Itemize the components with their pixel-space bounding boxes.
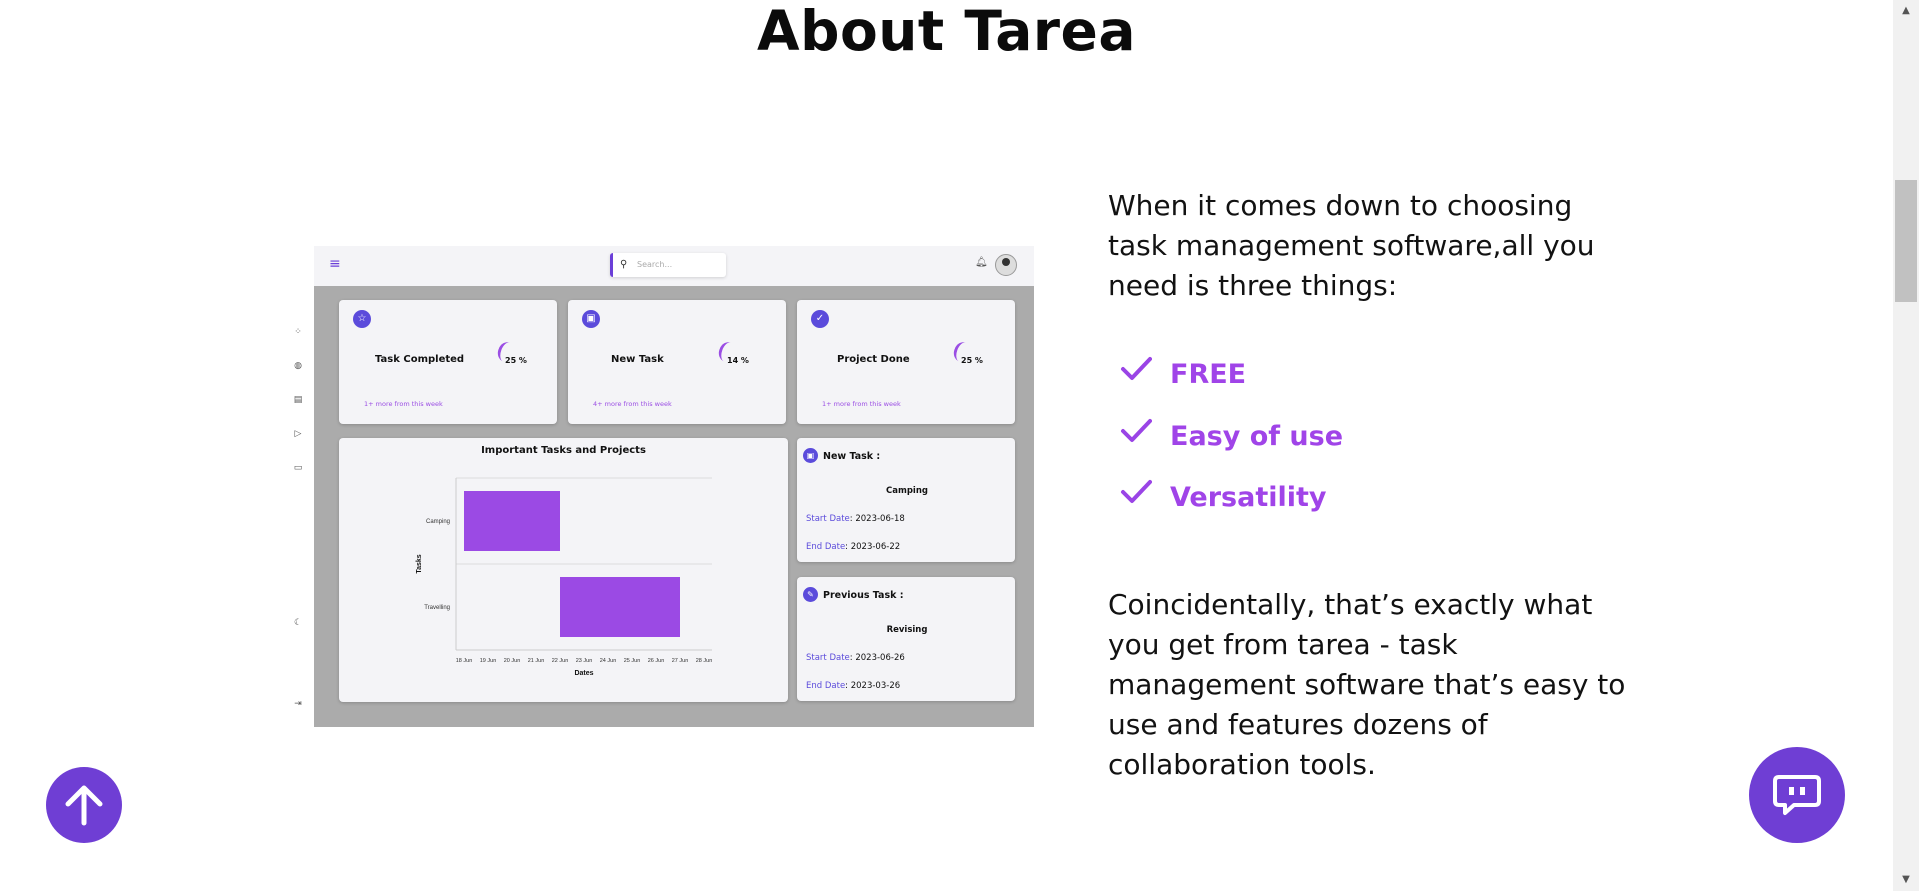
start-value: : 2023-06-26: [849, 653, 905, 663]
chat-bubble-icon: [1773, 775, 1821, 815]
chart-tick-label: 27 Jun: [672, 658, 689, 664]
intro-text: When it comes down to choosing task mana…: [1108, 189, 1595, 302]
send-icon: ▷: [294, 429, 302, 439]
feature-label: Easy of use: [1170, 421, 1344, 452]
grid-icon: ⁘: [294, 327, 302, 337]
previous-task-card: ✎ Previous Task : Revising Start Date: 2…: [797, 577, 1015, 701]
preview-topbar: ≡ ⚲ Search... 🔔︎: [314, 246, 1034, 286]
page-title: About Tarea: [757, 0, 1136, 63]
about-section: About Tarea ⁘ ◍ ▤ ▷ ▭ ☾ ⇥ ≡ ⚲ Search... …: [0, 0, 1893, 891]
start-label: Start Date: [806, 514, 850, 524]
stat-card-new-task: ▣ New Task 14 % 4+ more from this week: [568, 300, 786, 424]
chat-button[interactable]: [1749, 747, 1845, 843]
chart-tick-label: 26 Jun: [648, 658, 665, 664]
chart-card: Important Tasks and Projects Camping Trav…: [339, 438, 788, 702]
dashboard-preview-image: ≡ ⚲ Search... 🔔︎ ☆ Task Completed 25 % 1…: [314, 246, 1034, 727]
stat-card-completed: ☆ Task Completed 25 % 1+ more from this …: [339, 300, 557, 424]
avatar: [995, 254, 1017, 276]
stat-note: 1+ more from this week: [364, 400, 443, 408]
chart-bar: [464, 491, 560, 551]
task-end: End Date: 2023-03-26: [806, 681, 900, 691]
chart-tick-label: 28 Jun: [696, 658, 713, 664]
preview-search: ⚲ Search...: [610, 253, 726, 277]
chart-tick-label: 20 Jun: [504, 658, 521, 664]
end-value: : 2023-06-22: [845, 542, 901, 552]
feature-label: Versatility: [1170, 482, 1327, 513]
check-clipboard-icon: ✓: [811, 310, 829, 328]
stat-percent: 14 %: [727, 356, 749, 365]
new-task-card: ▣ New Task : Camping Start Date: 2023-06…: [797, 438, 1015, 562]
search-icon: ⚲: [620, 259, 628, 270]
task-end: End Date: 2023-06-22: [806, 542, 900, 552]
start-label: Start Date: [806, 653, 850, 663]
star-icon: ☆: [353, 310, 371, 328]
task-icon: ▣: [803, 448, 818, 463]
user-icon: ◍: [294, 361, 302, 371]
task-name: Revising: [886, 625, 928, 635]
outro-text: Coincidentally, that’s exactly what you …: [1108, 588, 1626, 781]
start-value: : 2023-06-18: [849, 514, 905, 524]
book-icon: ▤: [293, 395, 303, 405]
chart-tick-label: 22 Jun: [552, 658, 569, 664]
end-value: : 2023-03-26: [845, 681, 901, 691]
preview-search-placeholder: Search...: [637, 260, 673, 269]
stat-label: Task Completed: [375, 354, 465, 365]
task-heading: New Task :: [823, 451, 881, 462]
checkmark-icon: [1121, 357, 1152, 380]
chart-tick-label: 21 Jun: [528, 658, 545, 664]
stat-note: 4+ more from this week: [593, 400, 672, 408]
menu-icon: ≡: [329, 256, 341, 272]
chart-y-axis-label: Tasks: [416, 554, 423, 573]
end-label: End Date: [806, 681, 846, 691]
stat-label: Project Done: [837, 354, 910, 365]
task-start: Start Date: 2023-06-26: [806, 653, 905, 663]
chart-tick-label: 18 Jun: [456, 658, 473, 664]
stat-percent: 25 %: [961, 356, 983, 365]
stat-note: 1+ more from this week: [822, 400, 901, 408]
chart-x-axis-label: Dates: [574, 670, 593, 677]
scroll-up-arrow-icon[interactable]: ▲: [1893, 0, 1919, 22]
moon-icon: ☾: [293, 618, 303, 628]
task-heading: Previous Task :: [823, 590, 904, 601]
clipboard-icon: ▣: [582, 310, 600, 328]
stat-card-project-done: ✓ Project Done 25 % 1+ more from this we…: [797, 300, 1015, 424]
chart-tick-label: 23 Jun: [576, 658, 593, 664]
file-icon: ▭: [293, 463, 303, 473]
scroll-to-top-button[interactable]: [46, 767, 122, 843]
feature-label: FREE: [1170, 359, 1247, 390]
stat-label: New Task: [611, 354, 664, 365]
arrow-up-icon: [65, 785, 103, 826]
chart-tick-label: 19 Jun: [480, 658, 497, 664]
checkmark-icon: [1121, 480, 1152, 503]
checkmark-icon: [1121, 419, 1152, 442]
chart-bar: [560, 577, 680, 637]
chart-svg: Camping Travelling 18 Jun 19 Jun 20 Jun 21 Ju…: [416, 477, 713, 677]
chart-category-label: Travelling: [424, 605, 450, 611]
end-label: End Date: [806, 542, 846, 552]
logout-icon: ⇥: [294, 699, 302, 709]
stat-percent: 25 %: [505, 356, 527, 365]
task-name: Camping: [886, 486, 928, 496]
chart-tick-label: 25 Jun: [624, 658, 641, 664]
chart-tick-label: 24 Jun: [600, 658, 617, 664]
chart-category-label: Camping: [426, 519, 450, 525]
task-start: Start Date: 2023-06-18: [806, 514, 905, 524]
bell-icon: 🔔︎: [975, 257, 988, 268]
scroll-down-arrow-icon[interactable]: ▼: [1893, 869, 1919, 891]
scrollbar-thumb[interactable]: [1895, 180, 1917, 302]
edit-icon: ✎: [803, 587, 818, 602]
scrollbar[interactable]: ▲ ▼: [1893, 0, 1919, 891]
